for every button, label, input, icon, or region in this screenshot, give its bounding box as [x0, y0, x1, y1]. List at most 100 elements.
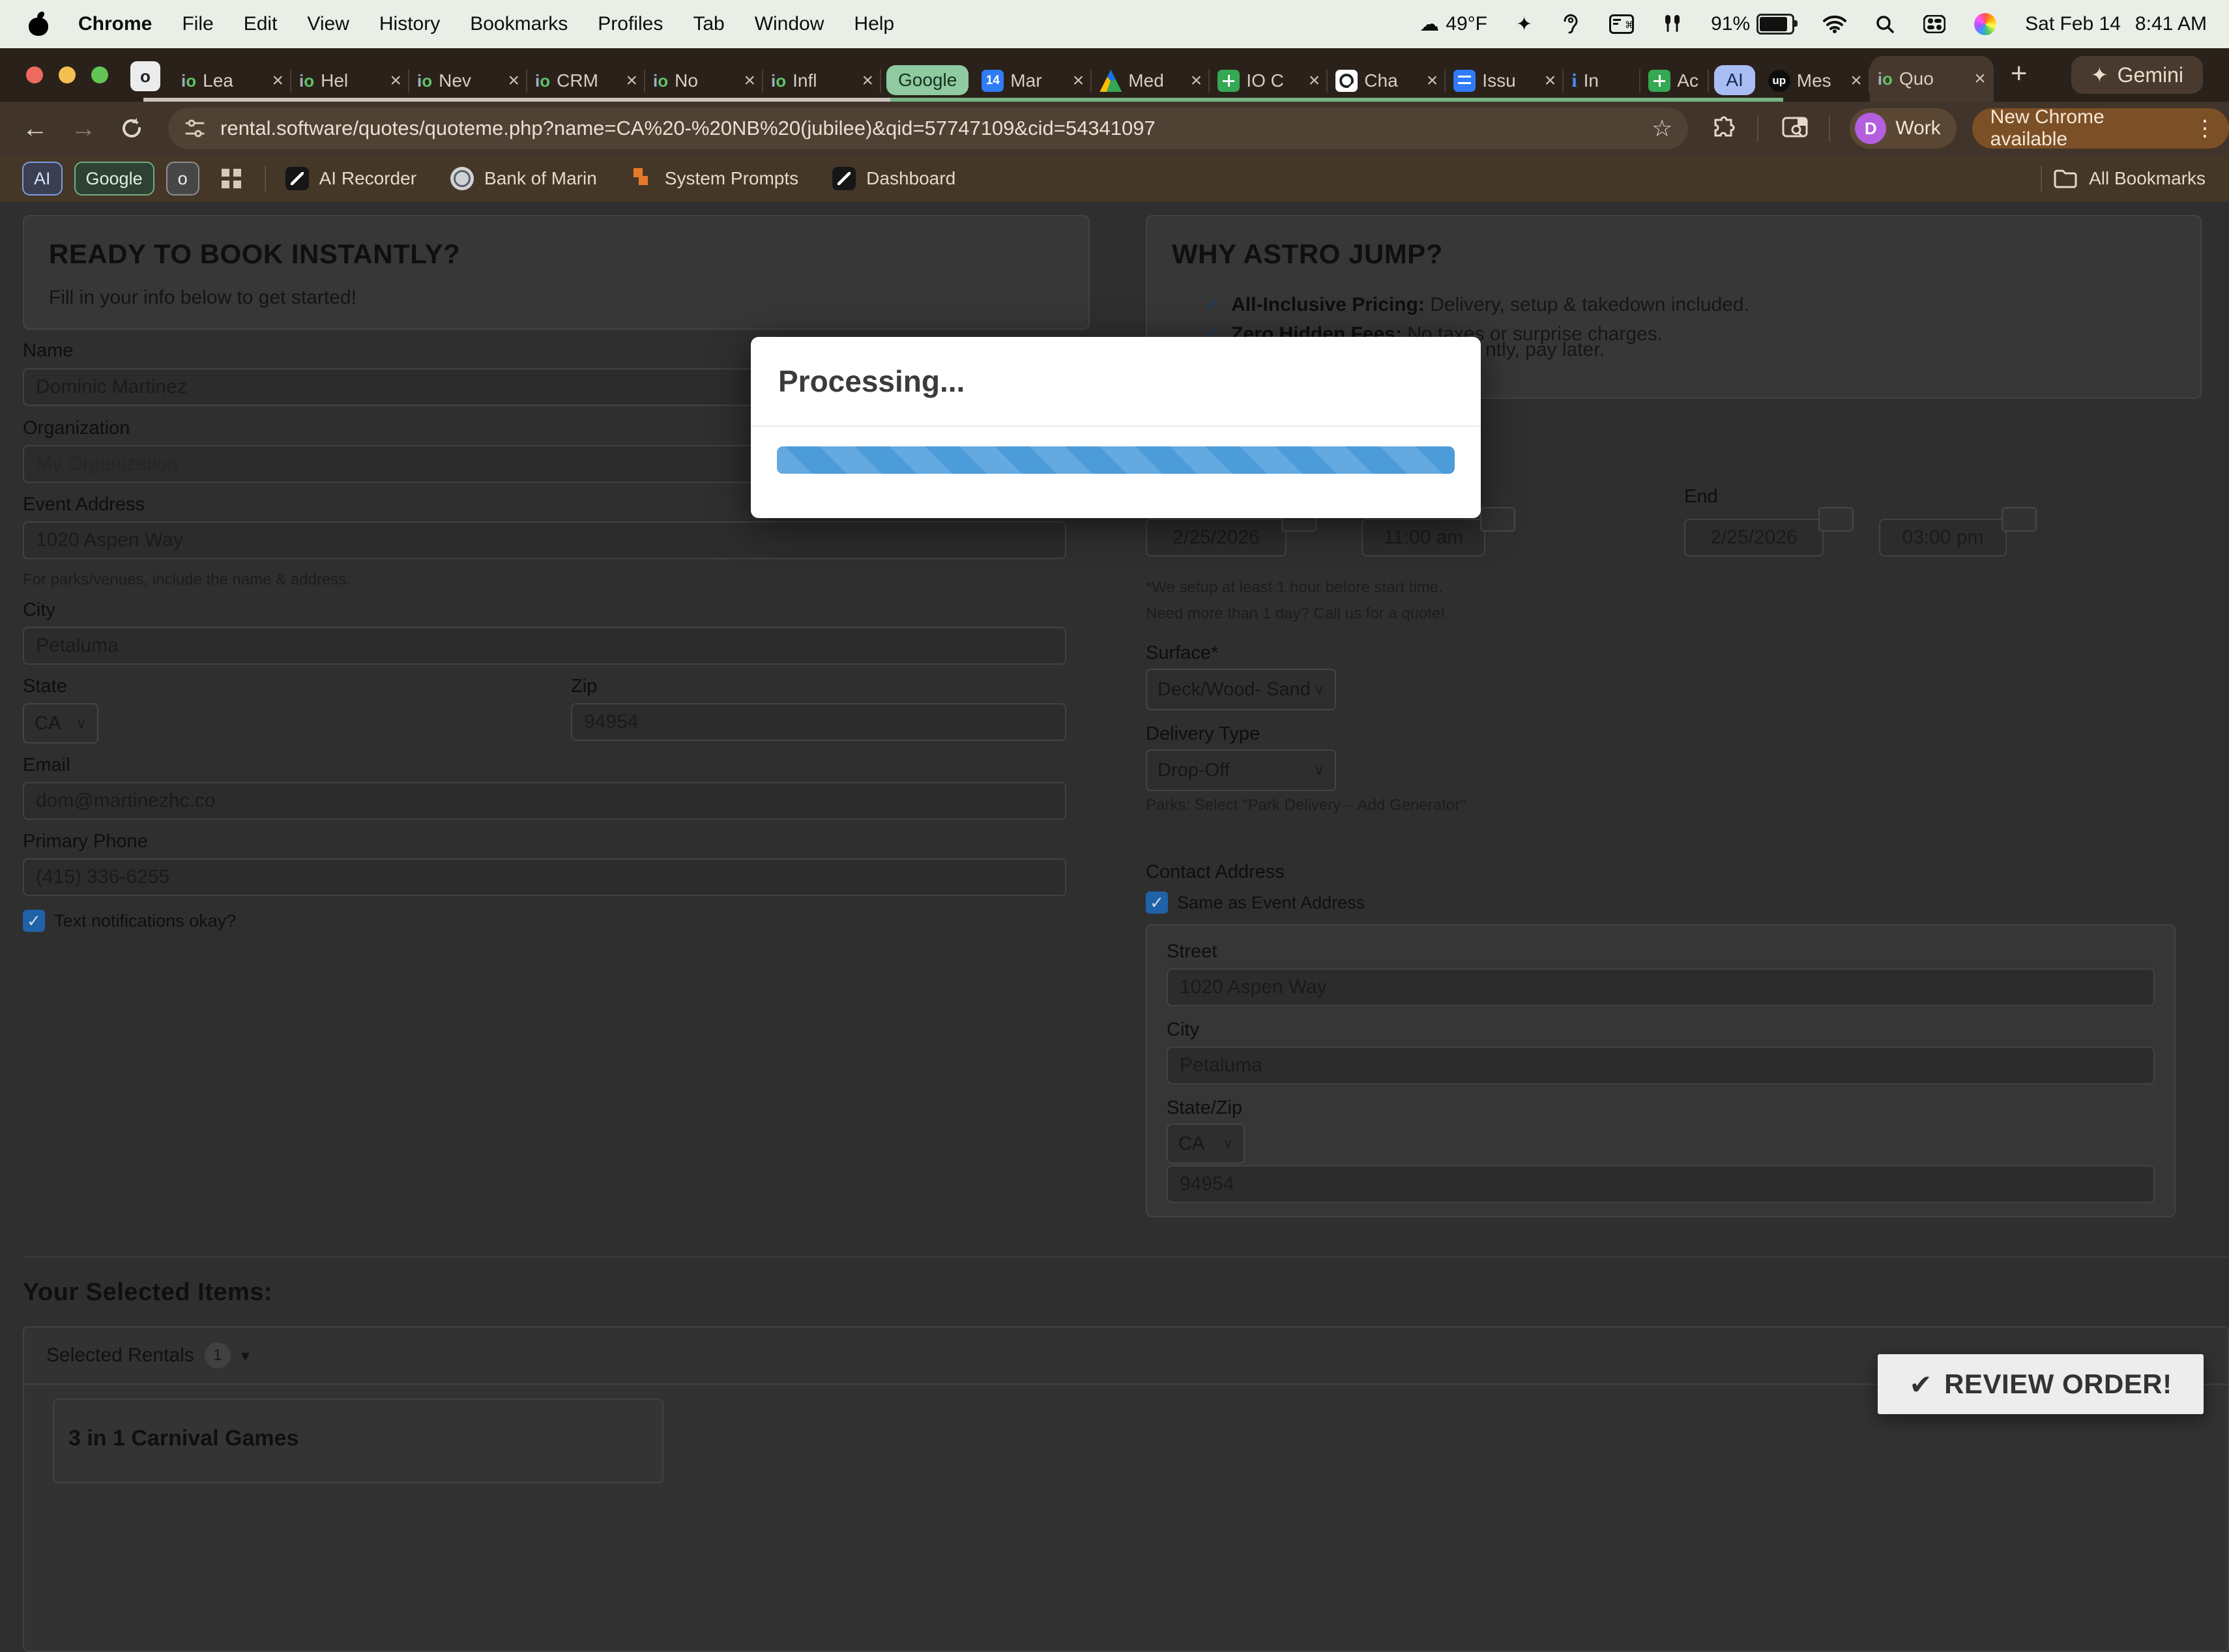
update-chrome-button[interactable]: New Chrome available ⋮: [1972, 108, 2229, 149]
start-time-input[interactable]: 11:00 am: [1362, 519, 1485, 557]
apps-grid-icon[interactable]: [222, 169, 241, 188]
wifi-icon[interactable]: [1823, 15, 1846, 33]
end-time-input[interactable]: 03:00 pm: [1879, 519, 2007, 557]
tab-mes[interactable]: up Mes ×: [1760, 60, 1870, 102]
contact-zip-input[interactable]: 94954: [1167, 1165, 2155, 1203]
rental-item-card[interactable]: 3 in 1 Carnival Games: [53, 1398, 663, 1483]
hearing-icon[interactable]: [1561, 13, 1581, 35]
tab-med[interactable]: Med ×: [1092, 60, 1210, 102]
end-time-picker-button[interactable]: [2002, 507, 2037, 532]
close-tab-icon[interactable]: ×: [390, 70, 401, 92]
zoom-window-button[interactable]: [91, 66, 108, 83]
close-tab-icon[interactable]: ×: [272, 70, 284, 92]
minimize-window-button[interactable]: [59, 66, 76, 83]
tab-lea[interactable]: io Lea ×: [173, 60, 291, 102]
menu-item-help[interactable]: Help: [854, 13, 894, 35]
new-tab-button[interactable]: +: [2011, 57, 2028, 90]
menu-app-name[interactable]: Chrome: [78, 13, 152, 35]
menu-item-view[interactable]: View: [307, 13, 349, 35]
menu-item-profiles[interactable]: Profiles: [598, 13, 663, 35]
siri-icon[interactable]: [1974, 13, 1996, 35]
close-tab-icon[interactable]: ×: [1427, 70, 1438, 92]
side-panel-search-icon[interactable]: [1782, 117, 1808, 140]
site-settings-icon[interactable]: [184, 117, 206, 139]
tab-no[interactable]: io No ×: [645, 60, 763, 102]
reload-button[interactable]: [119, 115, 145, 141]
control-center-icon[interactable]: [1923, 15, 1945, 33]
close-tab-icon[interactable]: ×: [1974, 68, 1986, 90]
city-input[interactable]: Petaluma: [23, 627, 1066, 665]
phone-input[interactable]: (415) 336-6255: [23, 858, 1066, 896]
tab-quo-active[interactable]: io Quo ×: [1870, 56, 1994, 102]
surface-select[interactable]: Deck/Wood- Sand ∨: [1146, 669, 1336, 710]
browser-menu-icon[interactable]: ⋮: [2194, 115, 2216, 141]
end-date-input[interactable]: 2/25/2026: [1684, 519, 1824, 557]
all-bookmarks-button[interactable]: All Bookmarks: [2041, 166, 2206, 192]
bookmark-bank-of-marin[interactable]: Bank of Marin: [450, 167, 597, 190]
bookmark-pill-o[interactable]: o: [166, 162, 199, 196]
start-time-picker-button[interactable]: [1480, 507, 1515, 532]
gemini-button[interactable]: ✦ Gemini: [2071, 56, 2203, 94]
contact-state-select[interactable]: CA ∨: [1167, 1123, 1245, 1164]
bookmark-pill-google[interactable]: Google: [74, 162, 154, 196]
close-tab-icon[interactable]: ×: [1309, 70, 1320, 92]
state-select[interactable]: CA ∨: [23, 703, 98, 744]
menu-item-tab[interactable]: Tab: [693, 13, 724, 35]
bookmark-system-prompts[interactable]: System Prompts: [631, 167, 798, 190]
same-as-event-checkbox[interactable]: ✓: [1146, 891, 1168, 914]
apple-icon[interactable]: [29, 12, 48, 36]
tab-crm[interactable]: io CRM ×: [527, 60, 645, 102]
pinned-tab[interactable]: o: [130, 61, 160, 91]
keyboard-settings-icon[interactable]: ⌘: [1609, 14, 1634, 34]
close-window-button[interactable]: [26, 66, 43, 83]
close-tab-icon[interactable]: ×: [1850, 70, 1862, 92]
tab-hel[interactable]: io Hel ×: [291, 60, 409, 102]
close-tab-icon[interactable]: ×: [508, 70, 519, 92]
tab-infl[interactable]: io Infl ×: [763, 60, 881, 102]
start-date-input[interactable]: 2/25/2026: [1146, 519, 1287, 557]
tab-issu[interactable]: Issu ×: [1446, 60, 1564, 102]
close-tab-icon[interactable]: ×: [626, 70, 637, 92]
close-tab-icon[interactable]: ×: [1545, 70, 1556, 92]
back-button[interactable]: ←: [22, 114, 48, 143]
close-tab-icon[interactable]: ×: [1191, 70, 1202, 92]
menu-item-window[interactable]: Window: [755, 13, 824, 35]
address-bar[interactable]: rental.software/quotes/quoteme.php?name=…: [168, 108, 1688, 149]
extensions-icon[interactable]: [1712, 116, 1736, 141]
menu-item-history[interactable]: History: [379, 13, 440, 35]
url-text[interactable]: rental.software/quotes/quoteme.php?name=…: [220, 117, 1156, 140]
event-address-input[interactable]: 1020 Aspen Way: [23, 521, 1066, 559]
menu-item-bookmarks[interactable]: Bookmarks: [470, 13, 568, 35]
tab-ac[interactable]: Ac: [1640, 60, 1709, 102]
close-tab-icon[interactable]: ×: [744, 70, 755, 92]
menu-item-file[interactable]: File: [182, 13, 213, 35]
contact-city-input[interactable]: Petaluma: [1167, 1047, 2155, 1084]
review-order-button[interactable]: ✔ REVIEW ORDER!: [1878, 1354, 2204, 1414]
zip-input[interactable]: 94954: [571, 703, 1066, 741]
email-input[interactable]: dom@martinezhc.co: [23, 782, 1066, 820]
spotlight-search-icon[interactable]: [1875, 14, 1895, 34]
sms-checkbox[interactable]: ✓: [23, 910, 45, 932]
airpods-icon[interactable]: [1663, 14, 1682, 35]
bookmark-dashboard[interactable]: Dashboard: [832, 167, 955, 190]
tab-nev[interactable]: io Nev ×: [409, 60, 527, 102]
bookmark-star-icon[interactable]: ☆: [1652, 115, 1672, 142]
menu-item-edit[interactable]: Edit: [244, 13, 278, 35]
tab-io[interactable]: IO C ×: [1210, 60, 1328, 102]
bookmark-ai-recorder[interactable]: AI Recorder: [285, 167, 416, 190]
end-date-picker-button[interactable]: [1818, 507, 1854, 532]
close-tab-icon[interactable]: ×: [862, 70, 873, 92]
tab-in[interactable]: i In: [1564, 60, 1640, 102]
forward-button[interactable]: →: [70, 114, 96, 143]
battery-status[interactable]: 91%: [1711, 13, 1794, 35]
delivery-type-select[interactable]: Drop-Off ∨: [1146, 749, 1336, 791]
profile-chip[interactable]: D Work: [1850, 108, 1956, 149]
street-input[interactable]: 1020 Aspen Way: [1167, 968, 2155, 1006]
tab-cha[interactable]: Cha ×: [1328, 60, 1446, 102]
tab-group-google[interactable]: Google: [886, 65, 969, 95]
weather-status[interactable]: ☁ 49°F: [1420, 13, 1487, 36]
close-tab-icon[interactable]: ×: [1073, 70, 1085, 92]
tab-mar[interactable]: 14 Mar ×: [974, 60, 1092, 102]
bookmark-pill-ai[interactable]: AI: [22, 162, 63, 196]
menu-clock[interactable]: Sat Feb 14 8:41 AM: [2025, 13, 2207, 35]
